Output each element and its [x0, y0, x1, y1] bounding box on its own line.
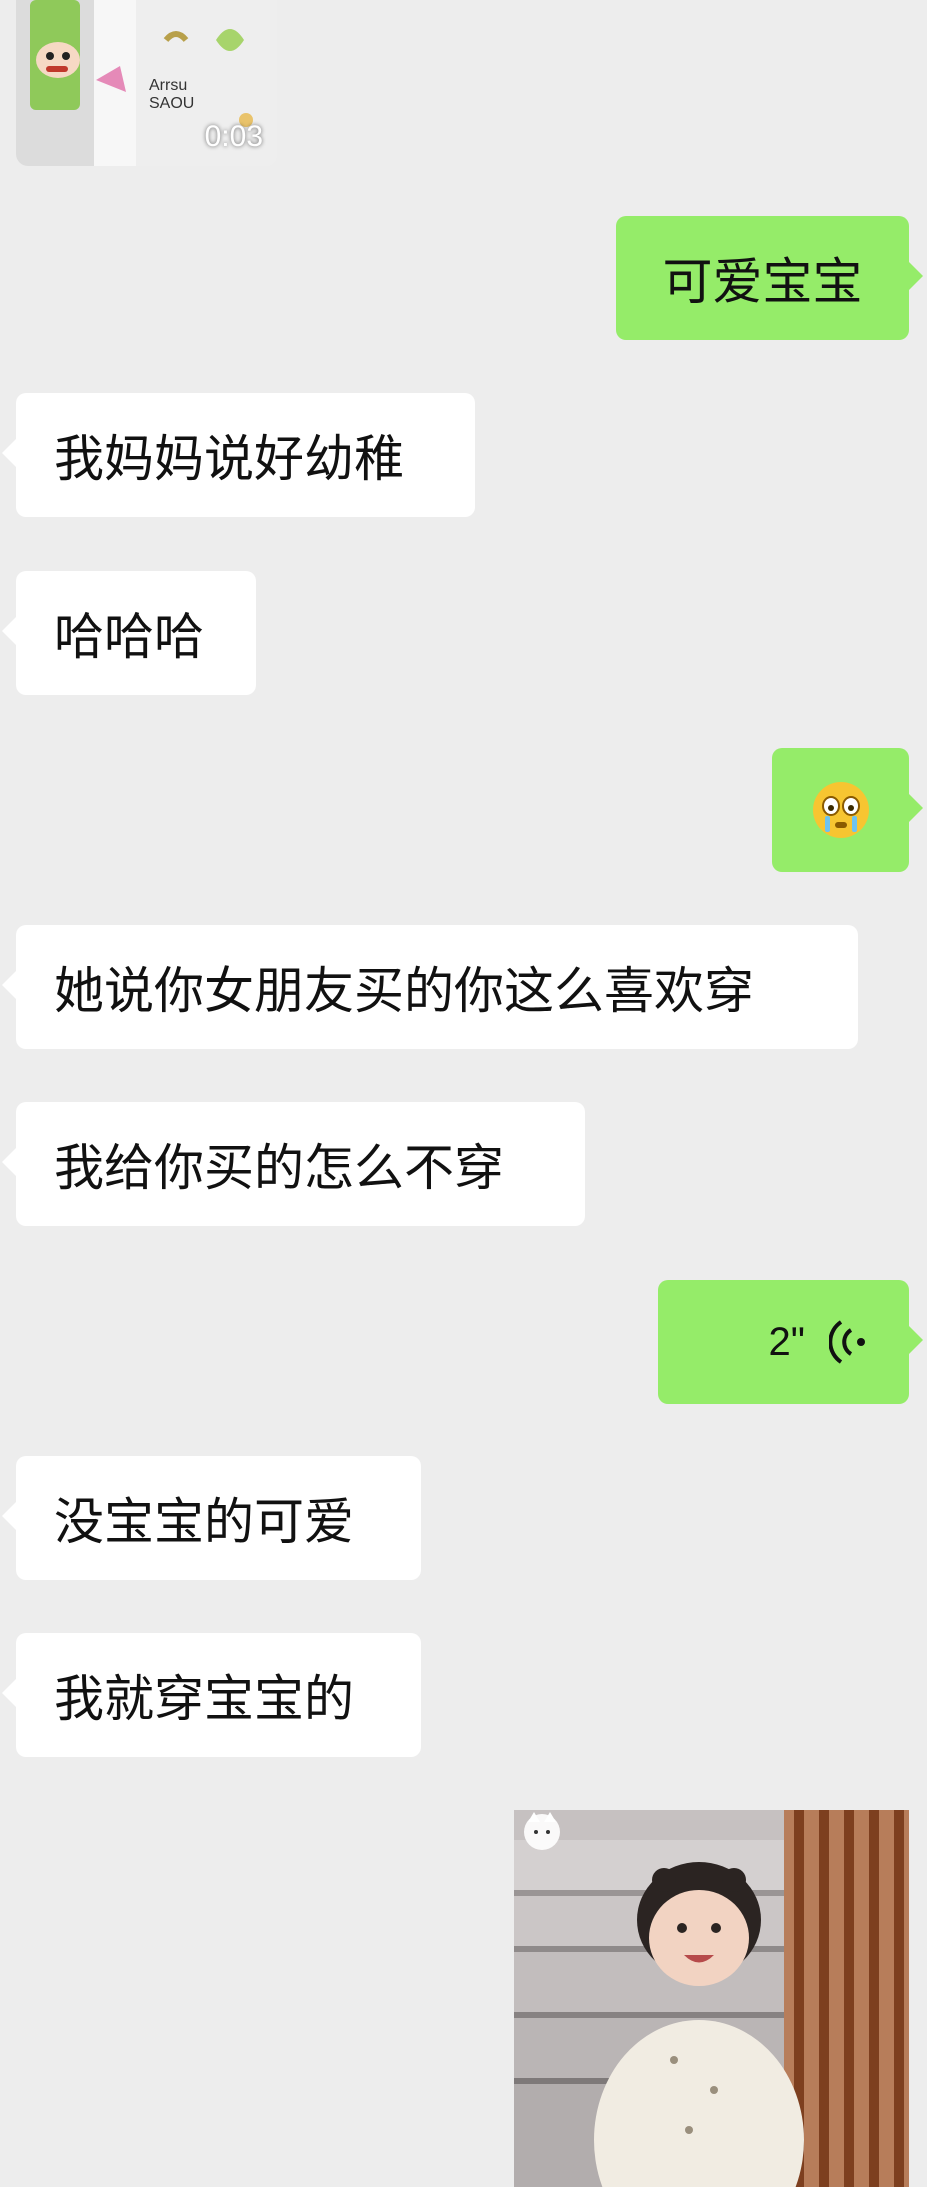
message-text: 没宝宝的可爱	[54, 1493, 354, 1551]
svg-text:Arrsu: Arrsu	[149, 77, 187, 94]
message-text: 我就穿宝宝的	[54, 1670, 354, 1728]
voice-message-bubble[interactable]: 2"	[658, 1280, 923, 1404]
toddler-photo-image	[514, 1810, 909, 2187]
message-bubble-incoming[interactable]: 没宝宝的可爱	[2, 1456, 421, 1580]
message-text: 我给你买的怎么不穿	[54, 1139, 504, 1197]
message-bubble-incoming[interactable]: 我妈妈说好幼稚	[2, 393, 475, 517]
message-bubble-incoming[interactable]: 哈哈哈	[2, 571, 256, 695]
photo-message-image[interactable]	[514, 1810, 909, 2187]
message-text: 哈哈哈	[54, 608, 204, 666]
message-bubble-incoming[interactable]: 我就穿宝宝的	[2, 1633, 421, 1757]
svg-text:SAOU: SAOU	[149, 95, 194, 112]
voice-wave-icon	[829, 1320, 865, 1364]
message-bubble-outgoing[interactable]: 可爱宝宝	[616, 216, 923, 340]
video-message-thumbnail[interactable]: Arrsu SAOU 0:03	[16, 0, 277, 166]
message-bubble-outgoing[interactable]	[772, 748, 923, 872]
message-text: 她说你女朋友买的你这么喜欢穿	[54, 962, 754, 1020]
message-text: 我妈妈说好幼稚	[54, 430, 404, 488]
cry-laugh-emoji-icon	[812, 782, 869, 838]
video-duration: 0:03	[204, 120, 263, 153]
message-bubble-incoming[interactable]: 我给你买的怎么不穿	[2, 1102, 585, 1226]
voice-duration: 2"	[768, 1319, 805, 1364]
message-bubble-incoming[interactable]: 她说你女朋友买的你这么喜欢穿	[2, 925, 858, 1049]
message-text: 可爱宝宝	[662, 253, 863, 311]
